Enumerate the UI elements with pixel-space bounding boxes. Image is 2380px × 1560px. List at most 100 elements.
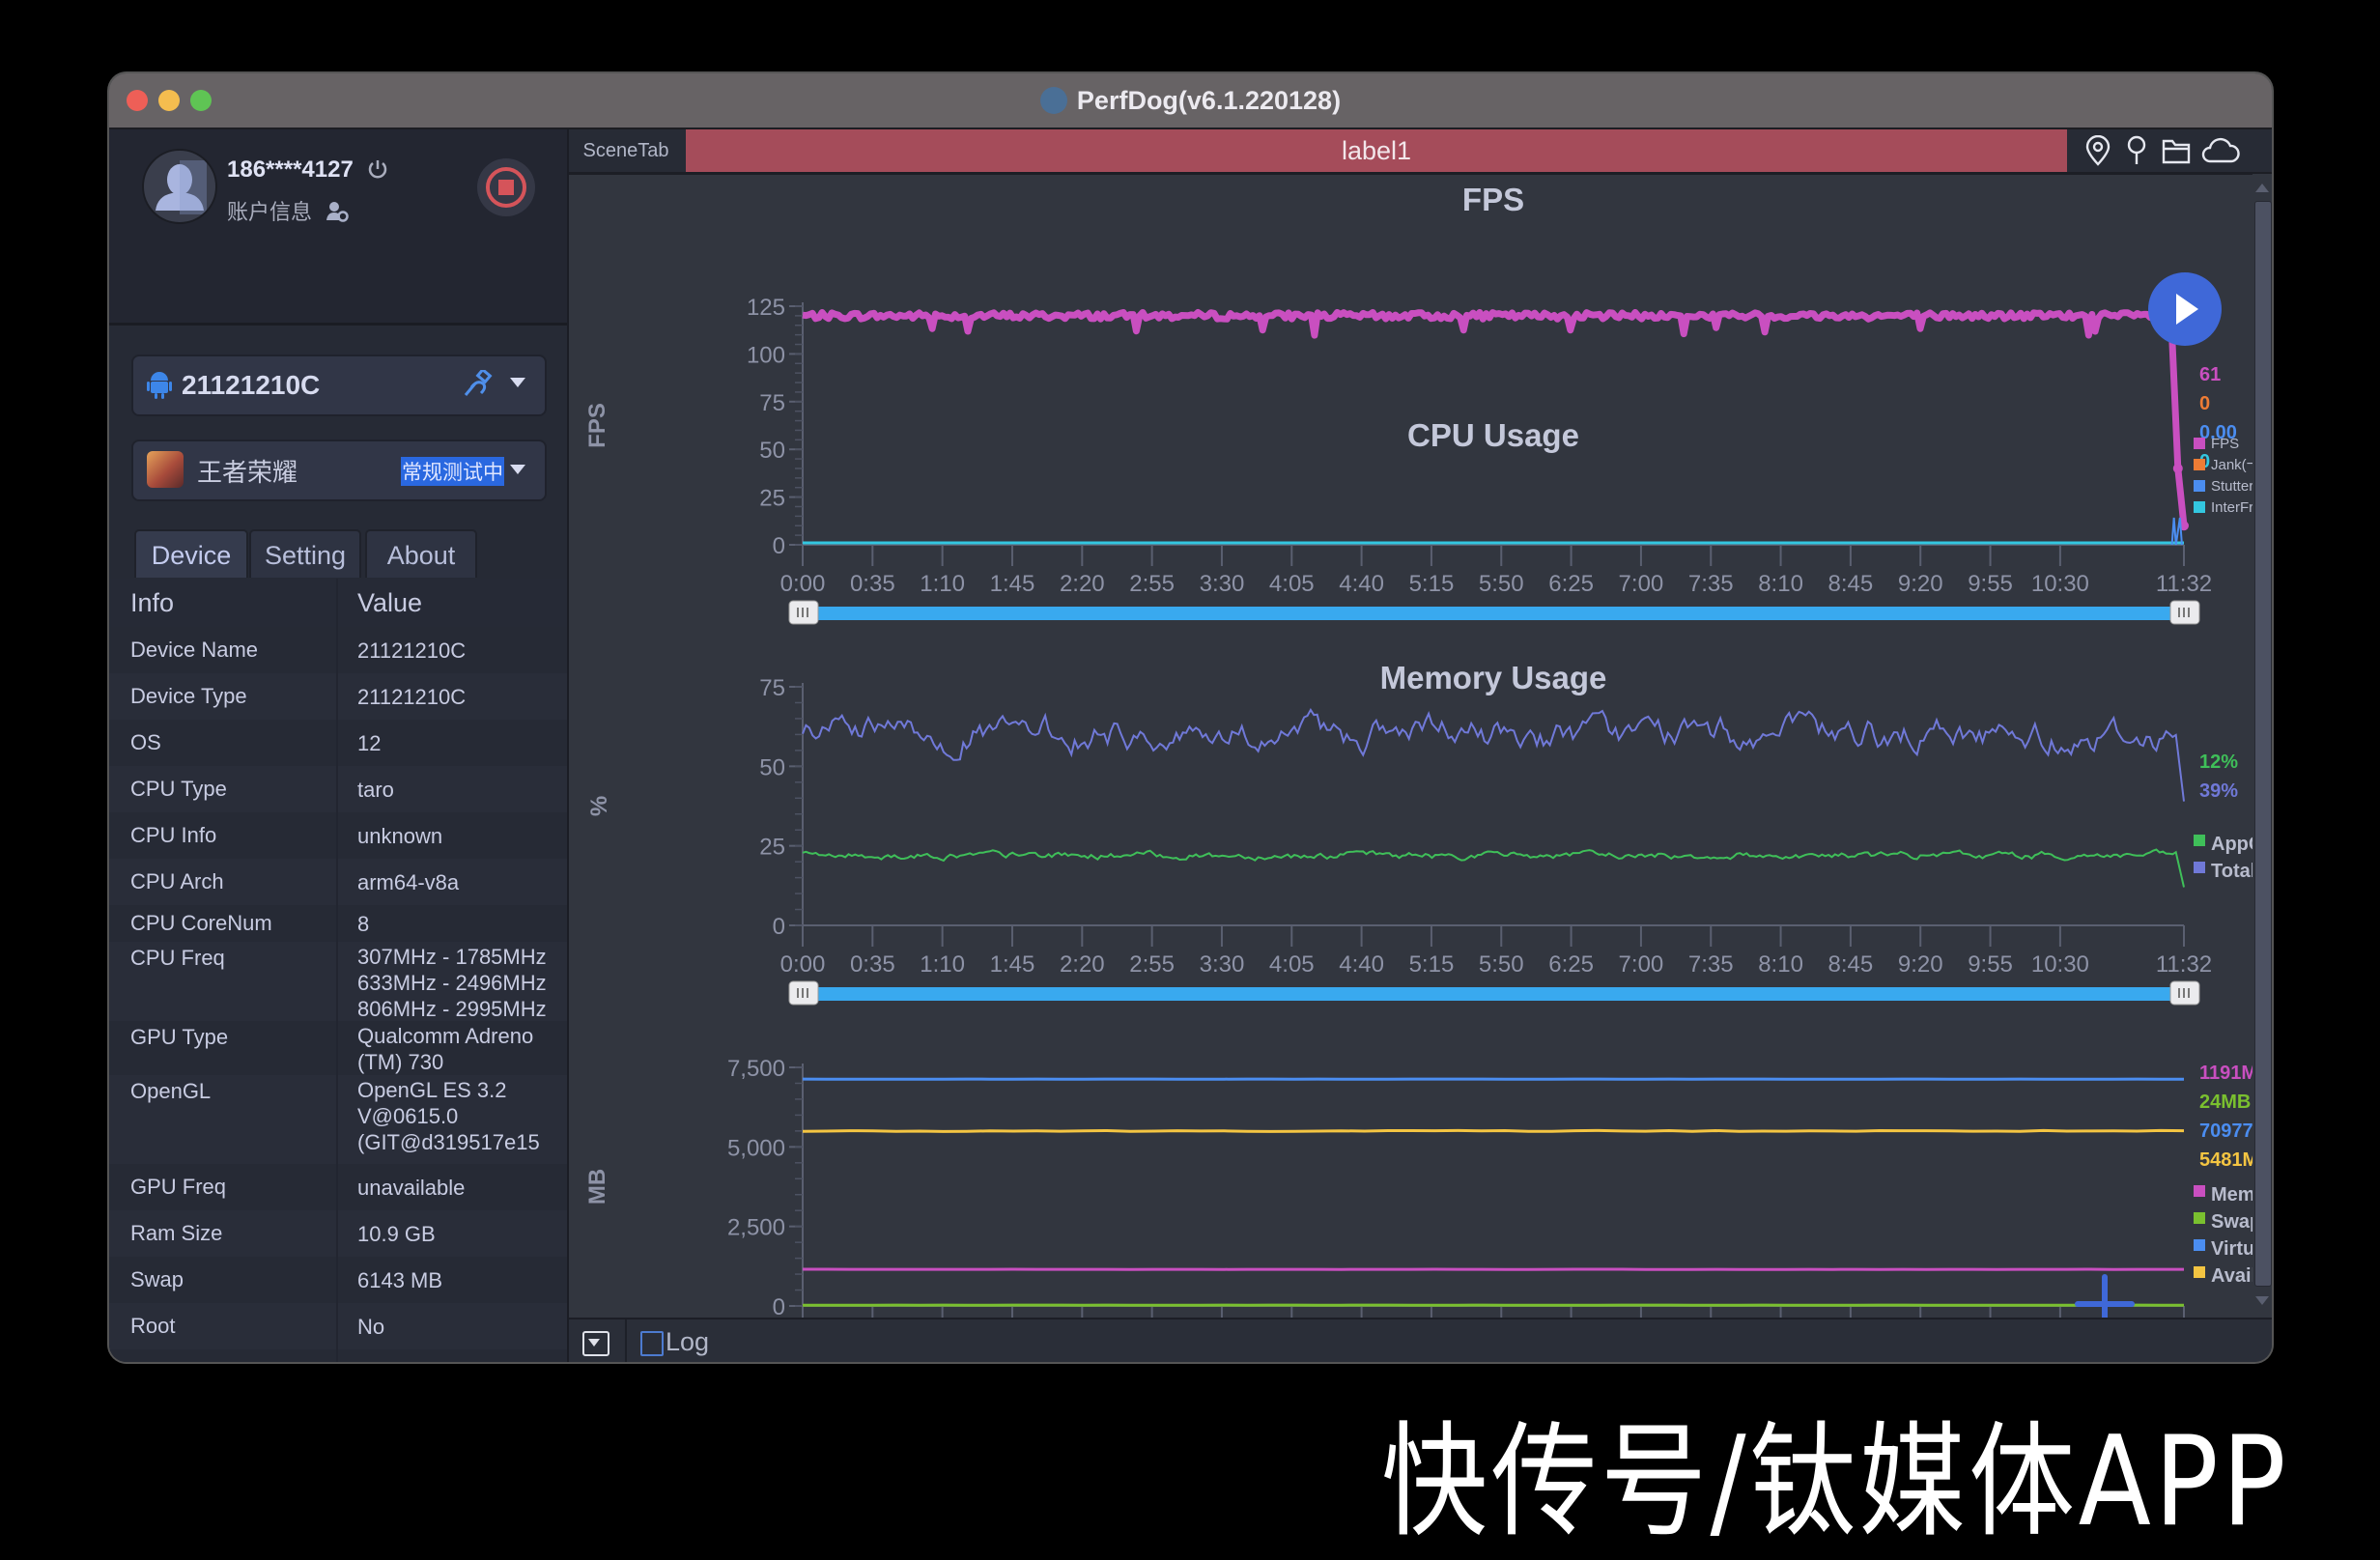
x-tick-label: 9:20 xyxy=(1898,951,1943,978)
x-tick-label: 1:10 xyxy=(920,951,965,978)
account-panel: 186****4127 账户信息 xyxy=(109,129,567,326)
y-axis-label: MB xyxy=(584,1169,610,1205)
x-tick-label: 0:00 xyxy=(780,951,826,978)
row-key: OpenGL xyxy=(130,1079,211,1104)
x-tick-label: 2:55 xyxy=(1129,951,1175,978)
collapse-sidebar-icon[interactable]: « xyxy=(498,1358,522,1362)
table-row: GPU Frequnavailable xyxy=(109,1164,567,1211)
current-value-2: 70977MB xyxy=(2199,1120,2252,1142)
log-checkbox[interactable] xyxy=(640,1331,664,1356)
chart-title: FPS xyxy=(1462,182,1524,217)
tab-about[interactable]: About xyxy=(365,529,477,578)
y-tick-label: 25 xyxy=(759,486,785,512)
header-value: Value xyxy=(357,588,565,617)
row-value: OpenGL ES 3.2 V@0615.0 (GIT@d319517e15 xyxy=(357,1077,565,1155)
row-key: GPU Freq xyxy=(130,1175,226,1200)
x-tick-label: 1:45 xyxy=(990,571,1035,597)
row-value: No xyxy=(357,1314,565,1340)
y-tick-label: 0 xyxy=(773,533,785,559)
series-availableme xyxy=(803,1130,2184,1131)
device-name: 21121210C xyxy=(182,370,320,401)
legend-label[interactable]: AppCPU xyxy=(2211,834,2252,855)
legend-label[interactable]: VirtualMemory xyxy=(2211,1238,2252,1260)
y-tick-label: 100 xyxy=(747,342,785,368)
series-appcpu xyxy=(803,850,2184,888)
legend-swatch[interactable] xyxy=(2194,501,2205,513)
stop-recording-button[interactable] xyxy=(477,158,535,216)
table-row: CPU CoreNum8 xyxy=(109,905,567,943)
app-selector[interactable]: 王者荣耀 常规测试中 xyxy=(131,440,547,501)
row-key: Swap xyxy=(130,1267,184,1292)
legend-label[interactable]: Memory xyxy=(2211,1184,2252,1205)
legend-label[interactable]: TotalCPU xyxy=(2211,861,2252,882)
play-button[interactable] xyxy=(2148,272,2222,346)
chart-title: CPU Usage xyxy=(1407,417,1579,453)
x-tick-label: 8:10 xyxy=(1758,571,1803,597)
account-info-link[interactable]: 账户信息 xyxy=(227,195,349,228)
x-tick-label: 3:30 xyxy=(1200,571,1245,597)
legend-swatch[interactable] xyxy=(2194,438,2205,449)
scroll-up-arrow-icon[interactable] xyxy=(2255,184,2269,192)
table-row: Ram Size10.9 GB xyxy=(109,1210,567,1258)
window-title-text: PerfDog(v6.1.220128) xyxy=(1077,86,1341,115)
row-value: 6143 MB xyxy=(357,1267,565,1293)
legend-label[interactable]: FPS xyxy=(2211,436,2239,452)
row-value: arm64-v8a xyxy=(357,869,565,895)
account-phone: 186****4127 xyxy=(227,156,388,186)
user-settings-icon xyxy=(326,201,349,228)
legend-label[interactable]: AvailableMe... xyxy=(2211,1265,2252,1287)
y-tick-label: 0 xyxy=(773,914,785,940)
legend-swatch[interactable] xyxy=(2194,1239,2205,1251)
row-key: Device Type xyxy=(130,684,247,709)
table-row: Swap 6143 MB xyxy=(109,1257,567,1304)
legend-swatch[interactable] xyxy=(2194,1185,2205,1197)
vertical-scrollbar[interactable] xyxy=(2252,174,2272,1318)
expand-panel-button[interactable] xyxy=(569,1319,627,1362)
row-value: 21121210C xyxy=(357,638,565,664)
legend-label[interactable]: InterFrame xyxy=(2211,499,2252,516)
y-tick-label: 75 xyxy=(759,390,785,416)
row-value: 10.9 GB xyxy=(357,1221,565,1247)
title-bar: PerfDog(v6.1.220128) xyxy=(109,73,2272,129)
x-tick-label: 5:15 xyxy=(1409,571,1455,597)
stop-icon xyxy=(477,158,535,216)
x-tick-label: 9:20 xyxy=(1898,571,1943,597)
tab-device[interactable]: Device xyxy=(134,529,248,578)
legend-swatch[interactable] xyxy=(2194,1212,2205,1224)
y-tick-label: 125 xyxy=(747,295,785,321)
x-tick-label: 7:35 xyxy=(1688,951,1734,978)
table-row: GPU TypeQualcomm Adreno (TM) 730 xyxy=(109,1021,567,1076)
current-value-0: 12% xyxy=(2199,752,2238,773)
x-tick-label: 4:40 xyxy=(1339,571,1384,597)
tab-setting[interactable]: Setting xyxy=(249,529,361,578)
legend-swatch[interactable] xyxy=(2194,459,2205,470)
range-slider-track xyxy=(812,607,2184,620)
legend-swatch[interactable] xyxy=(2194,480,2205,492)
power-icon[interactable] xyxy=(367,158,388,186)
device-selector[interactable]: 21121210C xyxy=(131,355,547,416)
x-tick-label: 4:05 xyxy=(1269,951,1315,978)
x-tick-label: 7:00 xyxy=(1619,571,1664,597)
row-value: 21121210C xyxy=(357,684,565,710)
x-tick-label: 0:00 xyxy=(780,571,826,597)
row-key: Device Name xyxy=(130,638,258,663)
legend-swatch[interactable] xyxy=(2194,1266,2205,1278)
legend-swatch[interactable] xyxy=(2194,835,2205,846)
test-status-badge: 常规测试中 xyxy=(401,457,504,486)
account-info-label: 账户信息 xyxy=(227,200,312,224)
scrollbar-thumb[interactable] xyxy=(2254,201,2272,1287)
row-key: CPU Info xyxy=(130,823,216,848)
scroll-down-arrow-icon[interactable] xyxy=(2255,1296,2269,1305)
series-totalcpu xyxy=(803,710,2184,802)
table-row: OpenGL OpenGL ES 3.2 V@0615.0 (GIT@d31951… xyxy=(109,1075,567,1165)
x-tick-label: 5:15 xyxy=(1409,951,1455,978)
row-key: Root xyxy=(130,1314,175,1339)
x-tick-label: 5:50 xyxy=(1479,571,1524,597)
legend-label[interactable]: Jank(卡顿次数) xyxy=(2211,457,2252,473)
avatar[interactable] xyxy=(142,149,217,224)
legend-label[interactable]: SwapMemory xyxy=(2211,1211,2252,1233)
y-tick-label: 50 xyxy=(759,754,785,780)
legend-swatch[interactable] xyxy=(2194,862,2205,873)
x-tick-label: 4:40 xyxy=(1339,951,1384,978)
legend-label[interactable]: Stutter(卡顿率) xyxy=(2211,478,2252,495)
